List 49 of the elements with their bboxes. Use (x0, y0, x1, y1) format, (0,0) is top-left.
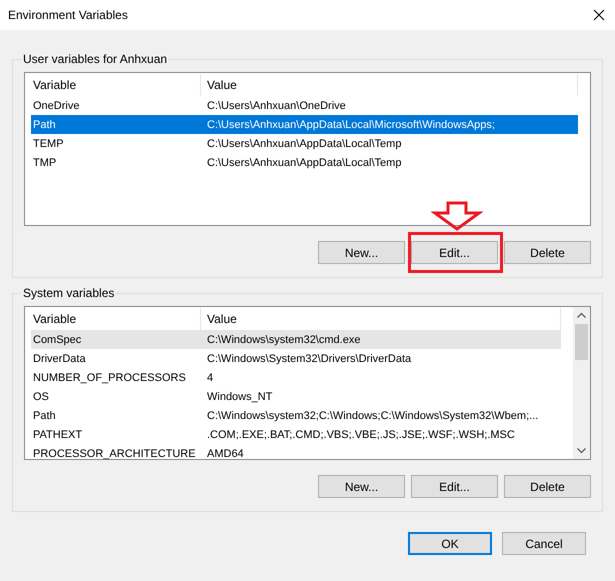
variable-name: Path (32, 118, 57, 130)
variable-name: PROCESSOR_ARCHITECTURE (32, 448, 197, 459)
action-button[interactable]: New... (318, 241, 405, 264)
close-icon[interactable] (593, 9, 605, 21)
group-title: System variables (22, 286, 116, 300)
variable-row[interactable]: PROCESSOR_ARCHITECTURE AMD64 (31, 444, 561, 459)
variable-row[interactable]: PATHEXT .COM;.EXE;.BAT;.CMD;.VBS;.VBE;.JS;.JSE;.WSF;.WSH;.MSC (31, 425, 561, 444)
variable-row[interactable]: TEMP C:\Users\Anhxuan\AppData\Local\Temp (31, 134, 578, 153)
variable-row[interactable]: Path C:\Windows\system32;C:\Windows;C:\Windows\System32\Wbem;... (31, 406, 561, 425)
variable-value: 4 (206, 372, 214, 384)
variable-value: C:\Users\Anhxuan\AppData\Local\Microsoft\WindowsApps; (206, 118, 496, 130)
action-button[interactable]: Delete (504, 241, 591, 264)
variable-name: OS (32, 390, 50, 402)
scrollbar[interactable] (573, 307, 590, 459)
dialog-button[interactable]: Cancel (502, 532, 586, 555)
variable-name: TMP (32, 156, 58, 168)
dialog-button[interactable]: OK (408, 532, 492, 555)
variable-name: Path (32, 410, 57, 422)
window-title: Environment Variables (8, 8, 128, 22)
variable-row[interactable]: NUMBER_OF_PROCESSORS 4 (31, 368, 561, 387)
variable-name: NUMBER_OF_PROCESSORS (32, 372, 187, 384)
variable-name: OneDrive (32, 100, 80, 112)
action-button[interactable]: Delete (504, 475, 591, 498)
scroll-thumb[interactable] (575, 324, 588, 360)
variable-row[interactable]: OS Windows_NT (31, 387, 561, 406)
variable-value: C:\Windows\system32;C:\Windows;C:\Windows\System32\Wbem;... (206, 410, 540, 422)
action-button[interactable]: New... (318, 475, 405, 498)
variable-name: ComSpec (32, 334, 82, 346)
column-header[interactable]: Variable (31, 74, 201, 96)
variable-value: Windows_NT (206, 390, 274, 402)
variable-row[interactable]: DriverData C:\Windows\System32\Drivers\DriverData (31, 349, 561, 368)
variable-value: C:\Windows\System32\Drivers\DriverData (206, 352, 412, 364)
group-title: User variables for Anhxuan (22, 52, 168, 66)
variable-value: .COM;.EXE;.BAT;.CMD;.VBS;.VBE;.JS;.JSE;.WSF;.WSH;.MSC (206, 428, 516, 440)
variable-value: C:\Users\Anhxuan\OneDrive (206, 100, 347, 112)
variable-name: PATHEXT (32, 428, 84, 440)
variable-row[interactable]: TMP C:\Users\Anhxuan\AppData\Local\Temp (31, 153, 578, 172)
variable-value: C:\Users\Anhxuan\AppData\Local\Temp (206, 138, 402, 150)
variable-row[interactable]: Path C:\Users\Anhxuan\AppData\Local\Microsoft\WindowsApps; (31, 115, 578, 134)
variable-value: C:\Users\Anhxuan\AppData\Local\Temp (206, 156, 402, 168)
variable-value: C:\Windows\system32\cmd.exe (206, 334, 362, 346)
variable-row[interactable]: OneDrive C:\Users\Anhxuan\OneDrive (31, 96, 578, 115)
action-button[interactable]: Edit... (411, 475, 498, 498)
column-header[interactable]: Value (201, 74, 578, 96)
variable-value: AMD64 (206, 448, 245, 459)
variable-name: TEMP (32, 138, 65, 150)
edit-button[interactable]: Edit... (411, 241, 498, 264)
variable-row[interactable]: ComSpec C:\Windows\system32\cmd.exe (31, 330, 561, 349)
variable-name: DriverData (32, 352, 87, 364)
